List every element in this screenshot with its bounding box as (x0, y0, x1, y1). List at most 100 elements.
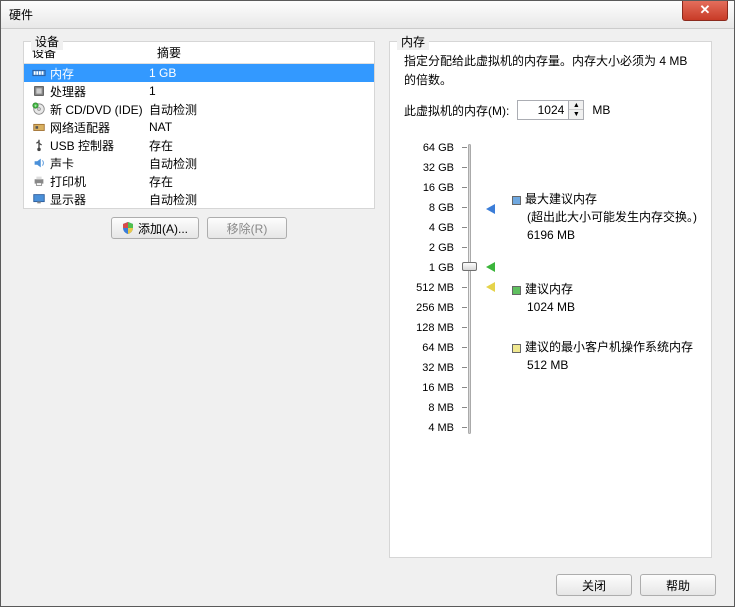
slider-legend: 最大建议内存 (超出此大小可能发生内存交换。) 6196 MB 建议内存 102… (512, 142, 697, 438)
remove-button-label: 移除(R) (227, 220, 268, 237)
device-name: 打印机 (48, 173, 149, 190)
tick-label: 8 MB (404, 398, 454, 418)
help-button[interactable]: 帮助 (640, 574, 716, 596)
usb-icon (30, 138, 48, 152)
memory-icon (30, 66, 48, 80)
legend-max-title: 最大建议内存 (525, 192, 597, 206)
tick-mark (462, 287, 467, 288)
device-name: 显示器 (48, 191, 149, 208)
tick-mark (462, 187, 467, 188)
tick-label: 512 MB (404, 278, 454, 298)
spinner-buttons: ▲ ▼ (568, 101, 583, 119)
device-summary: 自动检测 (149, 155, 374, 172)
titlebar: 硬件 ✕ (1, 1, 734, 29)
device-row[interactable]: 打印机存在 (24, 172, 374, 190)
legend-min-title: 建议的最小客户机操作系统内存 (525, 340, 693, 354)
tick-label: 1 GB (404, 258, 454, 278)
tick-label: 32 GB (404, 158, 454, 178)
legend-min-swatch-icon (512, 344, 521, 353)
slider-thumb[interactable] (462, 262, 477, 271)
tick-label: 2 GB (404, 238, 454, 258)
content-area: 设备 设备 摘要 内存1 GB处理器1+新 CD/DVD (IDE)自动检测网络… (23, 41, 712, 558)
legend-min-value: 512 MB (512, 358, 568, 372)
device-summary: 1 GB (149, 66, 374, 80)
tick-label: 16 GB (404, 178, 454, 198)
tick-label: 256 MB (404, 298, 454, 318)
device-name: 声卡 (48, 155, 149, 172)
memory-panel: 指定分配给此虚拟机的内存量。内存大小必须为 4 MB 的倍数。 此虚拟机的内存(… (389, 41, 712, 558)
tick-mark (462, 307, 467, 308)
cd-icon: + (30, 102, 48, 116)
slider-markers (486, 144, 506, 434)
hardware-dialog: 硬件 ✕ 设备 设备 摘要 内存1 GB处理器1+新 CD/DVD (IDE)自… (0, 0, 735, 607)
close-icon[interactable]: ✕ (682, 1, 728, 21)
header-summary[interactable]: 摘要 (149, 44, 374, 61)
device-name: 新 CD/DVD (IDE) (48, 101, 149, 118)
cpu-icon (30, 84, 48, 98)
device-summary: NAT (149, 120, 374, 134)
device-summary: 存在 (149, 173, 374, 190)
slider-track-line (468, 144, 471, 434)
tick-label: 16 MB (404, 378, 454, 398)
legend-min: 建议的最小客户机操作系统内存 512 MB (512, 338, 693, 374)
memory-description: 指定分配给此虚拟机的内存量。内存大小必须为 4 MB 的倍数。 (404, 52, 697, 90)
device-row[interactable]: 网络适配器NAT (24, 118, 374, 136)
dialog-buttons: 关闭 帮助 (556, 574, 716, 596)
tick-mark (462, 347, 467, 348)
slider-track[interactable] (460, 144, 478, 438)
memory-label: 此虚拟机的内存(M): (404, 102, 509, 119)
close-button[interactable]: 关闭 (556, 574, 632, 596)
spinner-up-icon[interactable]: ▲ (569, 101, 583, 110)
memory-spinner[interactable]: ▲ ▼ (517, 100, 584, 120)
device-row[interactable]: 内存1 GB (24, 64, 374, 82)
legend-max-swatch-icon (512, 196, 521, 205)
device-name: 网络适配器 (48, 119, 149, 136)
remove-button: 移除(R) (207, 217, 287, 239)
device-row[interactable]: 声卡自动检测 (24, 154, 374, 172)
tick-mark (462, 327, 467, 328)
tick-mark (462, 227, 467, 228)
memory-inner: 指定分配给此虚拟机的内存量。内存大小必须为 4 MB 的倍数。 此虚拟机的内存(… (390, 42, 711, 448)
device-row[interactable]: USB 控制器存在 (24, 136, 374, 154)
sound-icon (30, 156, 48, 170)
legend-rec-swatch-icon (512, 286, 521, 295)
device-table-header: 设备 摘要 (24, 42, 374, 64)
memory-unit: MB (592, 103, 610, 117)
legend-rec-value: 1024 MB (512, 300, 575, 314)
left-panel-wrap: 设备 设备 摘要 内存1 GB处理器1+新 CD/DVD (IDE)自动检测网络… (23, 41, 375, 531)
tick-mark (462, 247, 467, 248)
memory-input-row: 此虚拟机的内存(M): ▲ ▼ MB (404, 100, 697, 120)
spinner-down-icon[interactable]: ▼ (569, 110, 583, 119)
min-marker-icon (486, 282, 495, 292)
display-icon (30, 192, 48, 206)
device-row[interactable]: 显示器自动检测 (24, 190, 374, 208)
nic-icon (30, 120, 48, 134)
memory-slider-area: 64 GB32 GB16 GB8 GB4 GB2 GB1 GB512 MB256… (404, 138, 697, 438)
tick-label: 4 GB (404, 218, 454, 238)
legend-max-note: (超出此大小可能发生内存交换。) (512, 210, 697, 224)
device-name: USB 控制器 (48, 137, 149, 154)
slider-tick-labels: 64 GB32 GB16 GB8 GB4 GB2 GB1 GB512 MB256… (404, 138, 460, 438)
help-button-label: 帮助 (666, 577, 690, 594)
tick-label: 128 MB (404, 318, 454, 338)
legend-max-value: 6196 MB (512, 228, 575, 242)
device-table: 设备 摘要 内存1 GB处理器1+新 CD/DVD (IDE)自动检测网络适配器… (24, 42, 374, 208)
device-summary: 自动检测 (149, 101, 374, 118)
tick-mark (462, 147, 467, 148)
add-button[interactable]: 添加(A)... (111, 217, 199, 239)
device-name: 内存 (48, 65, 149, 82)
tick-label: 64 GB (404, 138, 454, 158)
tick-mark (462, 427, 467, 428)
memory-input[interactable] (518, 103, 568, 117)
tick-label: 8 GB (404, 198, 454, 218)
legend-max: 最大建议内存 (超出此大小可能发生内存交换。) 6196 MB (512, 190, 697, 244)
device-row[interactable]: +新 CD/DVD (IDE)自动检测 (24, 100, 374, 118)
tick-mark (462, 407, 467, 408)
legend-rec-title: 建议内存 (525, 282, 573, 296)
tick-label: 64 MB (404, 338, 454, 358)
device-row[interactable]: 处理器1 (24, 82, 374, 100)
device-table-body: 内存1 GB处理器1+新 CD/DVD (IDE)自动检测网络适配器NATUSB… (24, 64, 374, 208)
memory-group-label: 内存 (397, 33, 429, 50)
device-buttons: 添加(A)... 移除(R) (23, 209, 375, 241)
legend-rec: 建议内存 1024 MB (512, 280, 575, 316)
